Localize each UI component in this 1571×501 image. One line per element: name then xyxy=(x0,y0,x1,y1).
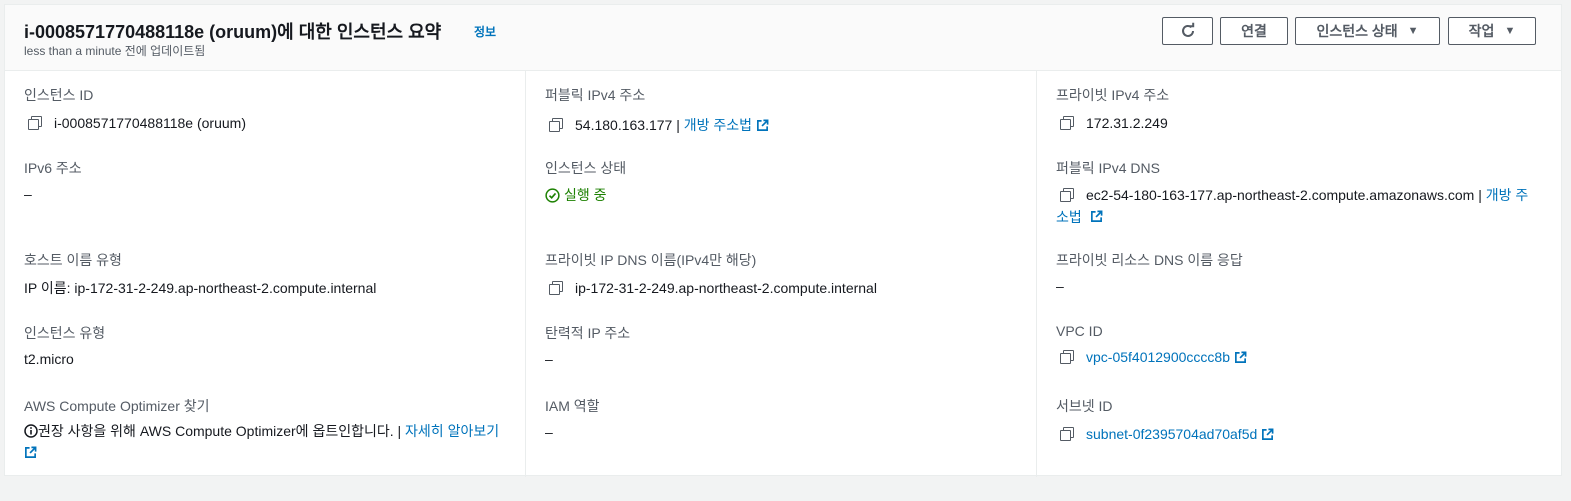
caret-down-icon: ▼ xyxy=(1504,25,1516,37)
info-circle-icon xyxy=(24,424,38,438)
last-updated-text: less than a minute 전에 업데이트됨 xyxy=(24,44,206,58)
hostname-type-value: IP 이름: ip-172-31-2-249.ap-northeast-2.co… xyxy=(24,280,377,296)
instance-state-dropdown-label: 인스턴스 상태 xyxy=(1316,23,1398,39)
ipv6-field: IPv6 주소 – xyxy=(24,158,514,202)
iam-role-value: – xyxy=(545,424,553,440)
copy-icon[interactable] xyxy=(28,116,42,130)
external-link-icon[interactable] xyxy=(24,446,37,459)
private-dns-value: ip-172-31-2-249.ap-northeast-2.compute.i… xyxy=(575,280,877,296)
external-link-icon[interactable] xyxy=(1234,351,1247,364)
elastic-ip-field: 탄력적 IP 주소 – xyxy=(545,323,1035,367)
connect-button-label: 연결 xyxy=(1241,23,1267,39)
open-address-link-part2: 소법 xyxy=(1056,209,1082,225)
actions-dropdown-label: 작업 xyxy=(1468,23,1495,39)
field-label: 서브넷 ID xyxy=(1056,398,1113,414)
resource-dns-field: 프라이빗 리소스 DNS 이름 응답 – xyxy=(1056,250,1546,294)
open-address-link-part1: 개방 주 xyxy=(1485,187,1529,203)
instance-state-field: 인스턴스 상태 실행 중 xyxy=(545,158,1035,205)
field-label: AWS Compute Optimizer 찾기 xyxy=(24,398,210,414)
field-label: 프라이빗 IP DNS 이름(IPv4만 해당) xyxy=(545,252,757,268)
refresh-button[interactable] xyxy=(1162,17,1213,45)
vpc-id-link[interactable]: vpc-05f4012900cccc8b xyxy=(1086,349,1230,365)
page-title: i-0008571770488118e (oruum)에 대한 인스턴스 요약 xyxy=(24,22,442,42)
public-ipv4-value: 54.180.163.177 | xyxy=(575,117,680,133)
copy-icon[interactable] xyxy=(1060,116,1074,130)
elastic-ip-value: – xyxy=(545,351,553,367)
public-ipv4-field: 퍼블릭 IPv4 주소 54.180.163.177 | 개방 주소법 xyxy=(545,85,1035,135)
open-address-link[interactable]: 개방 주소법 xyxy=(684,115,752,135)
copy-icon[interactable] xyxy=(1060,350,1074,364)
instance-state-dropdown[interactable]: 인스턴스 상태 ▼ xyxy=(1295,17,1440,45)
subnet-id-field: 서브넷 ID subnet-0f2395704ad70af5d xyxy=(1056,396,1546,442)
field-label: VPC ID xyxy=(1056,323,1103,339)
public-dns-field: 퍼블릭 IPv4 DNS ec2-54-180-163-177.ap-north… xyxy=(1056,158,1556,228)
details-column-2: 퍼블릭 IPv4 주소 54.180.163.177 | 개방 주소법 인스턴스… xyxy=(525,71,1036,477)
learn-more-link[interactable]: 자세히 알아보기 xyxy=(405,423,499,439)
instance-type-value: t2.micro xyxy=(24,351,74,367)
public-dns-value: ec2-54-180-163-177.ap-northeast-2.comput… xyxy=(1086,187,1482,203)
field-label: 퍼블릭 IPv4 주소 xyxy=(545,87,646,103)
external-link-icon[interactable] xyxy=(756,119,769,132)
subnet-id-link[interactable]: subnet-0f2395704ad70af5d xyxy=(1086,426,1257,442)
hostname-type-field: 호스트 이름 유형 IP 이름: ip-172-31-2-249.ap-nort… xyxy=(24,250,514,298)
instance-id-field: 인스턴스 ID i-0008571770488118e (oruum) xyxy=(24,85,514,131)
field-label: 퍼블릭 IPv4 DNS xyxy=(1056,160,1160,176)
private-ipv4-field: 프라이빗 IPv4 주소 172.31.2.249 xyxy=(1056,85,1546,131)
info-link[interactable]: 정보 xyxy=(474,23,496,40)
external-link-icon[interactable] xyxy=(1090,210,1103,223)
ipv6-value: – xyxy=(24,186,32,202)
copy-icon[interactable] xyxy=(549,118,563,132)
field-label: 인스턴스 상태 xyxy=(545,160,627,176)
instance-summary-panel: i-0008571770488118e (oruum)에 대한 인스턴스 요약 … xyxy=(4,4,1563,477)
compute-optimizer-field: AWS Compute Optimizer 찾기 권장 사항을 위해 AWS C… xyxy=(24,396,514,464)
copy-icon[interactable] xyxy=(549,281,563,295)
field-label: 탄력적 IP 주소 xyxy=(545,325,631,341)
caret-down-icon: ▼ xyxy=(1407,25,1419,37)
refresh-icon xyxy=(1181,22,1194,37)
actions-dropdown[interactable]: 작업 ▼ xyxy=(1448,17,1536,45)
summary-header: i-0008571770488118e (oruum)에 대한 인스턴스 요약 … xyxy=(5,5,1561,71)
private-ipv4-value: 172.31.2.249 xyxy=(1086,115,1168,131)
external-link-icon[interactable] xyxy=(1261,428,1274,441)
field-label: IPv6 주소 xyxy=(24,160,82,176)
vpc-id-field: VPC ID vpc-05f4012900cccc8b xyxy=(1056,323,1546,365)
details-column-3: 프라이빗 IPv4 주소 172.31.2.249 퍼블릭 IPv4 DNS e… xyxy=(1036,71,1563,477)
instance-id-value: i-0008571770488118e (oruum) xyxy=(54,115,246,131)
check-circle-icon xyxy=(545,187,560,203)
field-label: 프라이빗 IPv4 주소 xyxy=(1056,87,1170,103)
field-label: 인스턴스 유형 xyxy=(24,325,106,341)
field-label: 프라이빗 리소스 DNS 이름 응답 xyxy=(1056,252,1243,268)
copy-icon[interactable] xyxy=(1060,427,1074,441)
details-column-1: 인스턴스 ID i-0008571770488118e (oruum) IPv6… xyxy=(5,71,525,477)
field-label: IAM 역할 xyxy=(545,398,600,414)
field-label: 호스트 이름 유형 xyxy=(24,252,122,268)
connect-button[interactable]: 연결 xyxy=(1220,17,1288,45)
resource-dns-value: – xyxy=(1056,278,1064,294)
instance-type-field: 인스턴스 유형 t2.micro xyxy=(24,323,514,367)
field-label: 인스턴스 ID xyxy=(24,87,94,103)
copy-icon[interactable] xyxy=(1060,188,1074,202)
optimizer-text: 권장 사항을 위해 AWS Compute Optimizer에 옵트인합니다.… xyxy=(38,423,402,439)
private-dns-field: 프라이빗 IP DNS 이름(IPv4만 해당) ip-172-31-2-249… xyxy=(545,250,1035,296)
instance-state-badge: 실행 중 xyxy=(564,187,607,203)
iam-role-field: IAM 역할 – xyxy=(545,396,1035,440)
